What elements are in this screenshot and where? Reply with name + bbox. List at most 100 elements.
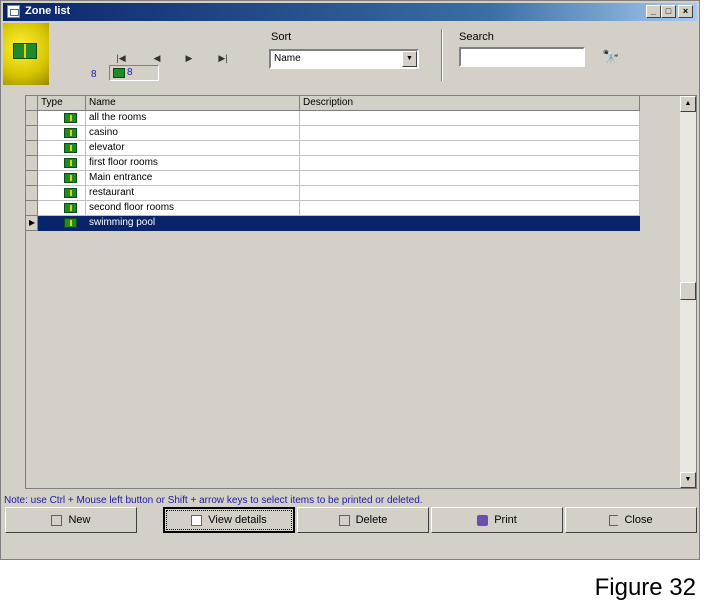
previous-record-button[interactable]: ◀ [149, 51, 165, 65]
view-details-button-label: View details [208, 514, 267, 526]
document-icon [191, 514, 203, 526]
zone-icon [64, 143, 77, 153]
column-header-description[interactable]: Description [300, 96, 640, 111]
exit-icon [609, 514, 619, 526]
record-count: 8 [91, 69, 97, 80]
name-cell: swimming pool [86, 216, 300, 231]
column-header-name[interactable]: Name [86, 96, 300, 111]
selection-note: Note: use Ctrl + Mouse left button or Sh… [4, 495, 423, 506]
zone-icon [64, 128, 77, 138]
sort-select[interactable]: Name ▼ [269, 49, 419, 69]
printer-icon [477, 514, 489, 526]
new-button[interactable]: New [5, 507, 137, 533]
delete-button-label: Delete [355, 514, 388, 526]
scroll-down-icon[interactable]: ▼ [680, 472, 696, 488]
new-icon [51, 514, 63, 526]
window-controls: _ □ × [646, 5, 693, 18]
type-cell [38, 186, 86, 201]
name-cell: Main entrance [86, 171, 300, 186]
row-indicator [26, 186, 38, 201]
grid-content: Type Name Description all the rooms casi… [26, 96, 640, 488]
description-cell [300, 111, 640, 126]
table-row[interactable]: all the rooms [26, 111, 640, 126]
delete-icon [338, 514, 350, 526]
row-indicator [26, 156, 38, 171]
new-button-label: New [68, 514, 91, 526]
column-header-type[interactable]: Type [38, 96, 86, 111]
row-indicator [26, 201, 38, 216]
type-cell [38, 111, 86, 126]
table-row[interactable]: restaurant [26, 186, 640, 201]
name-cell: restaurant [86, 186, 300, 201]
description-cell [300, 141, 640, 156]
sort-label: Sort [271, 31, 292, 43]
current-record-indicator: 8 [109, 65, 159, 81]
table-row[interactable]: Main entrance [26, 171, 640, 186]
name-cell: second floor rooms [86, 201, 300, 216]
zone-icon [64, 158, 77, 168]
table-row[interactable]: elevator [26, 141, 640, 156]
description-cell [300, 156, 640, 171]
close-button-label: Close [624, 514, 653, 526]
binoculars-search-icon[interactable]: 🔭 [597, 47, 625, 67]
vertical-scrollbar[interactable]: ▲ ▼ [680, 96, 696, 488]
row-indicator-header [26, 96, 38, 111]
type-cell [38, 201, 86, 216]
name-cell: all the rooms [86, 111, 300, 126]
name-cell: casino [86, 126, 300, 141]
window-icon [7, 5, 20, 18]
zone-logo [3, 23, 49, 85]
zone-icon [113, 68, 125, 78]
zone-icon [64, 173, 77, 183]
type-cell [38, 216, 86, 231]
print-button-label: Print [494, 514, 517, 526]
type-cell [38, 156, 86, 171]
zone-grid[interactable]: Type Name Description all the rooms casi… [25, 95, 697, 489]
zone-icon [64, 188, 77, 198]
next-record-button[interactable]: ▶ [181, 51, 197, 65]
search-input[interactable] [459, 47, 585, 67]
table-row[interactable]: casino [26, 126, 640, 141]
scroll-up-icon[interactable]: ▲ [680, 96, 696, 112]
description-cell [300, 201, 640, 216]
maximize-button[interactable]: □ [661, 5, 676, 18]
window-title: Zone list [25, 5, 71, 17]
current-row-arrow-icon: ▶ [26, 216, 38, 231]
type-cell [38, 141, 86, 156]
view-details-button[interactable]: View details [163, 507, 295, 533]
print-button[interactable]: Print [431, 507, 563, 533]
type-cell [38, 171, 86, 186]
name-cell: elevator [86, 141, 300, 156]
current-record-value: 8 [127, 67, 133, 78]
zone-icon [64, 113, 77, 123]
zone-list-window: Zone list _ □ × |◀ ◀ ▶ ▶| 8 8 Sort Name … [0, 0, 700, 560]
zone-icon [13, 43, 37, 59]
toolbar-divider [441, 29, 443, 81]
close-window-button[interactable]: × [678, 5, 693, 18]
search-label: Search [459, 31, 494, 43]
scroll-thumb[interactable] [680, 282, 696, 300]
sort-value: Name [274, 53, 301, 64]
table-row-selected[interactable]: ▶ swimming pool [26, 216, 640, 231]
figure-caption: Figure 32 [594, 574, 696, 601]
minimize-button[interactable]: _ [646, 5, 661, 18]
title-bar[interactable]: Zone list _ □ × [3, 3, 697, 21]
description-cell [300, 186, 640, 201]
close-button[interactable]: Close [565, 507, 697, 533]
description-cell [300, 171, 640, 186]
name-cell: first floor rooms [86, 156, 300, 171]
row-indicator [26, 126, 38, 141]
first-record-button[interactable]: |◀ [113, 51, 129, 65]
row-indicator [26, 141, 38, 156]
table-row[interactable]: first floor rooms [26, 156, 640, 171]
zone-icon [64, 203, 77, 213]
last-record-button[interactable]: ▶| [215, 51, 231, 65]
chevron-down-icon[interactable]: ▼ [402, 51, 417, 67]
type-cell [38, 126, 86, 141]
table-row[interactable]: second floor rooms [26, 201, 640, 216]
row-indicator [26, 111, 38, 126]
row-indicator [26, 171, 38, 186]
description-cell [300, 216, 640, 231]
description-cell [300, 126, 640, 141]
delete-button[interactable]: Delete [297, 507, 429, 533]
